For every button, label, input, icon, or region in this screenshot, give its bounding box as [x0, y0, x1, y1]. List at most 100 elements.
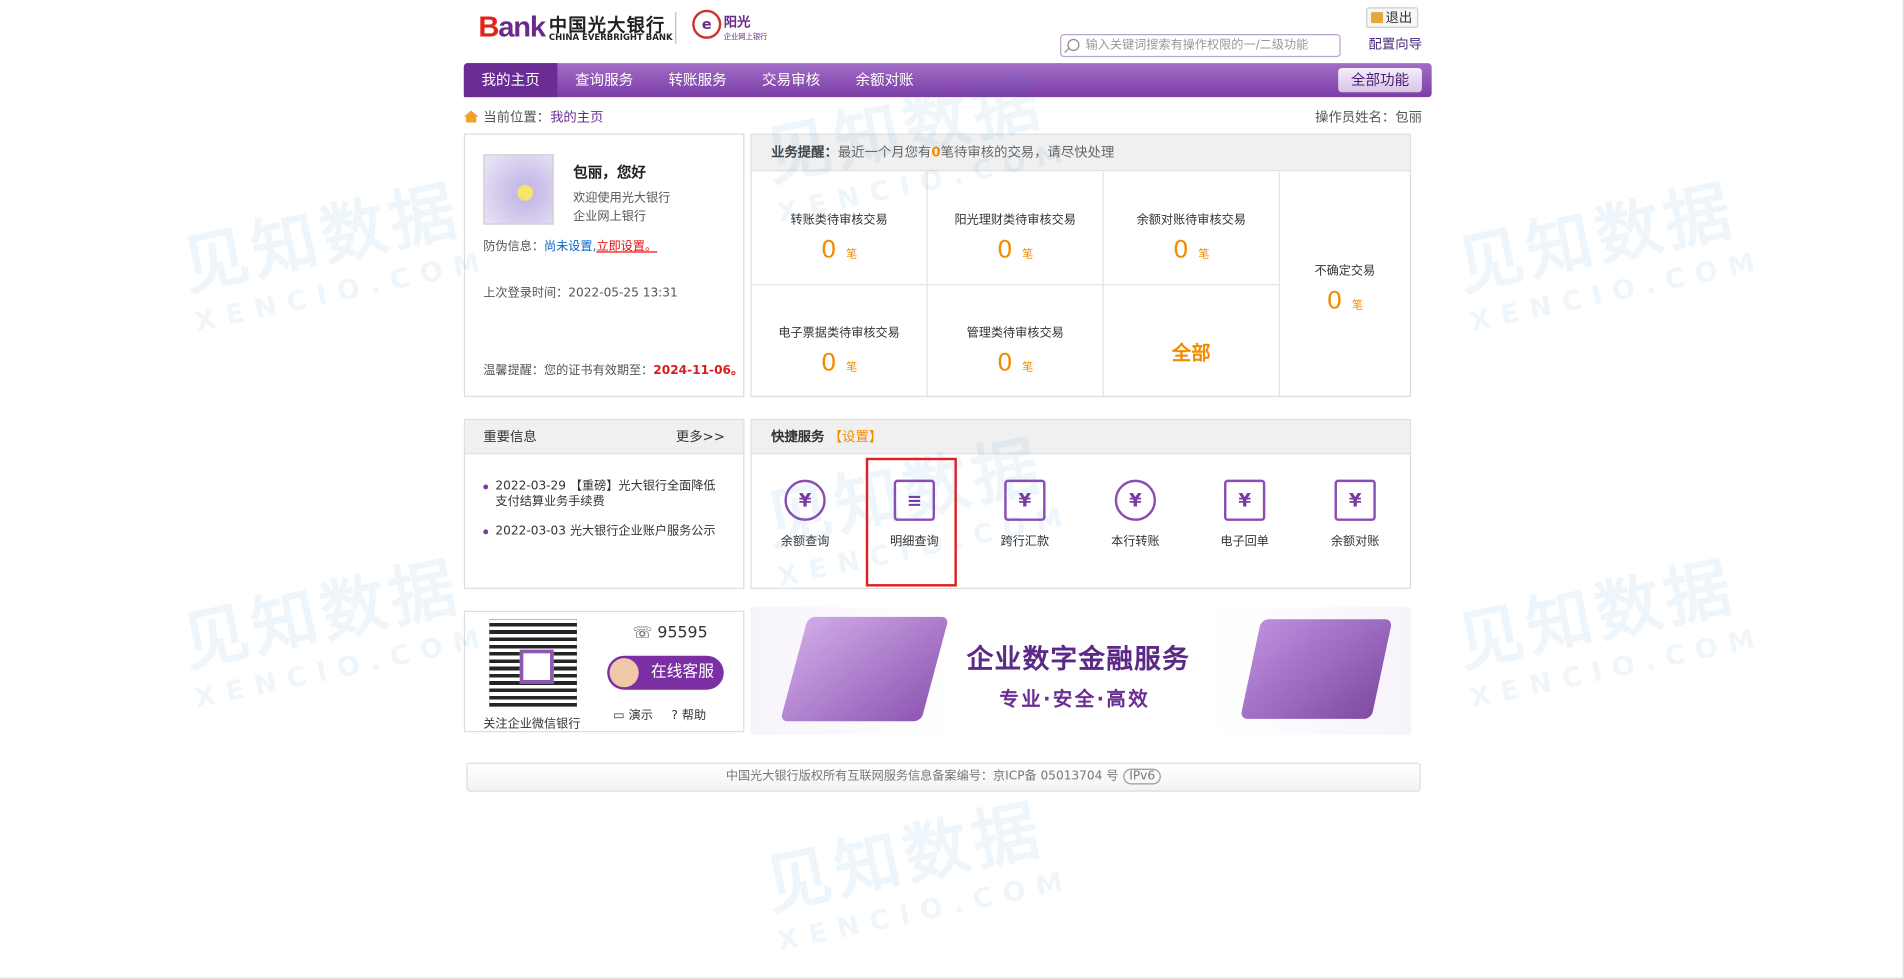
help-label: 帮助 [681, 709, 707, 723]
watermark: 见知数据XENCIO.COM [1447, 529, 1769, 715]
operator-name: 操作员姓名：包丽 [1315, 109, 1422, 126]
cell-label: 阳光理财类待审核交易 [954, 213, 1076, 228]
logout-icon [1370, 12, 1384, 24]
breadcrumb-prefix: 当前位置： [483, 109, 551, 126]
banner-subtitle: 专业·安全·高效 [999, 687, 1151, 711]
antifraud-label: 防伪信息： [483, 240, 545, 254]
nav-home[interactable]: 我的主页 [463, 63, 558, 98]
intrabank-transfer-icon: ¥ [1114, 479, 1157, 521]
qr-label: 关注企业微信银行 [483, 717, 581, 732]
cell-unit: 笔 [846, 361, 858, 375]
logout-button[interactable]: 退出 [1366, 7, 1419, 28]
quick-item-label: 余额查询 [780, 535, 830, 549]
antifraud-info: 防伪信息：尚未设置,立即设置。 [483, 236, 657, 254]
watermark-cn: 见知数据 [1450, 548, 1743, 682]
agent-avatar-icon [609, 658, 639, 688]
sub-brand: 阳光 [723, 14, 751, 31]
cell-count: 0 [821, 347, 837, 377]
news-item[interactable]: 2022-03-03 光大银行企业账户服务公示 [483, 523, 721, 539]
antifraud-setup-link[interactable]: 立即设置。 [596, 240, 657, 253]
nav-transfer[interactable]: 转账服务 [651, 63, 745, 97]
cell-count: 0 [1326, 285, 1343, 315]
pending-admin-cell[interactable]: 管理类待审核交易 0笔 [928, 285, 1104, 396]
banner-illustration-right [1240, 619, 1393, 719]
cell-unit: 笔 [1022, 361, 1034, 375]
quick-item-label: 本行转账 [1111, 535, 1160, 549]
quick-e-receipt[interactable]: ¥ 电子回单 [1196, 479, 1293, 549]
cell-label: 转账类待审核交易 [790, 213, 888, 228]
pending-ebill-cell[interactable]: 电子票据类待审核交易 0笔 [752, 285, 928, 396]
balance-query-icon: ¥ [784, 479, 826, 521]
home-icon [463, 110, 479, 123]
news-more-link[interactable]: 更多>> [676, 420, 725, 454]
watermark-cn: 见知数据 [1450, 171, 1743, 306]
quick-balance-reconcile[interactable]: ¥ 余额对账 [1307, 479, 1404, 549]
pending-transfer-cell[interactable]: 转账类待审核交易 0笔 [751, 172, 928, 286]
watermark-cn: 见知数据 [758, 791, 1050, 925]
interbank-remit-icon: ¥ [1004, 479, 1046, 521]
cell-count: 0 [997, 347, 1013, 377]
welcome-line-2: 企业网上银行 [573, 210, 647, 224]
cell-count: 0 [821, 234, 837, 264]
welcome-line-1: 欢迎使用光大银行 [573, 191, 671, 206]
logo-divider [675, 12, 677, 44]
pending-wealth-cell[interactable]: 阳光理财类待审核交易 0笔 [927, 172, 1104, 286]
reminder-header: 业务提醒：最近一个月您有0笔待审核的交易，请尽快处理 [751, 134, 1410, 172]
reminder-text-pre: 最近一个月您有 [837, 144, 932, 161]
logout-label: 退出 [1385, 9, 1413, 26]
function-search-input[interactable]: 输入关键词搜索有操作权限的一/二级功能 [1060, 34, 1341, 58]
nav-reconcile[interactable]: 余额对账 [838, 63, 932, 97]
cell-unit: 笔 [1198, 248, 1210, 262]
footer-text: 中国光大银行版权所有互联网服务信息备案编号：京ICP备 05013704 号 [725, 769, 1119, 784]
selection-highlight-box [865, 457, 957, 587]
all-pending-link[interactable]: 全部 [1104, 336, 1279, 365]
uncertain-cell[interactable]: 不确定交易 0笔 [1280, 172, 1410, 395]
banner-title: 企业数字金融服务 [966, 644, 1191, 676]
quick-balance-query[interactable]: ¥ 余额查询 [757, 479, 854, 549]
watermark-en: XENCIO.COM [775, 865, 1077, 958]
bank-logo[interactable]: Bank [478, 11, 546, 45]
online-service-label: 在线客服 [650, 663, 715, 682]
breadcrumb: 当前位置：我的主页 [463, 107, 604, 126]
nav-query[interactable]: 查询服务 [557, 63, 651, 97]
watermark-cn: 见知数据 [175, 548, 468, 682]
wechat-qr-code [489, 619, 577, 707]
balance-reconcile-icon: ¥ [1334, 479, 1376, 521]
config-wizard-link[interactable]: 配置向导 [1369, 34, 1422, 53]
all-functions-button[interactable]: 全部功能 [1338, 68, 1422, 93]
phone-number: 95595 [657, 624, 708, 643]
quick-settings-link[interactable]: 【设置】 [829, 429, 882, 445]
e-receipt-icon: ¥ [1224, 479, 1266, 521]
pending-reconcile-cell[interactable]: 余额对账待审核交易 0笔 [1103, 172, 1280, 286]
phone-icon: ☏ [632, 624, 658, 643]
help-link[interactable]: ? 帮助 [672, 704, 707, 722]
cell-count: 0 [1173, 234, 1189, 264]
news-item[interactable]: 2022-03-29 【重磅】光大银行全面降低支付结算业务手续费 [483, 478, 721, 510]
watermark-en: XENCIO.COM [1467, 246, 1769, 339]
cert-tip-label: 温馨提醒：您的证书有效期至： [483, 364, 654, 378]
reminder-text-post: 笔待审核的交易，请尽快处理 [940, 144, 1115, 161]
quick-intrabank-transfer[interactable]: ¥ 本行转账 [1087, 479, 1184, 549]
breadcrumb-current[interactable]: 我的主页 [550, 109, 603, 125]
watermark: 见知数据XENCIO.COM [1447, 152, 1769, 339]
watermark-cn: 见知数据 [175, 171, 468, 306]
app-window: Bank 中国光大银行 CHINA EVERBRIGHT BANK e 阳光 企… [0, 0, 1904, 979]
nav-audit[interactable]: 交易审核 [744, 63, 838, 97]
antifraud-status: 尚未设置, [544, 240, 597, 254]
ipv6-badge: IPv6 [1123, 768, 1162, 785]
all-pending-cell[interactable]: 全部 [1104, 285, 1280, 396]
last-login: 上次登录时间：2022-05-25 13:31 [483, 286, 678, 300]
news-title: 重要信息 [483, 428, 537, 445]
cell-label: 电子票据类待审核交易 [778, 326, 900, 341]
service-phone: ☏ 95595 [633, 624, 708, 642]
quick-interbank-remit[interactable]: ¥ 跨行汇款 [976, 479, 1073, 549]
online-service-button[interactable]: 在线客服 [607, 655, 724, 690]
demo-link[interactable]: ▭ 演示 [613, 704, 653, 722]
footer: 中国光大银行版权所有互联网服务信息备案编号：京ICP备 05013704 号 IP… [466, 762, 1421, 792]
quick-item-label: 跨行汇款 [1000, 535, 1050, 549]
watermark-en: XENCIO.COM [1467, 622, 1769, 715]
avatar[interactable] [483, 154, 554, 225]
welcome-text: 欢迎使用光大银行 企业网上银行 [573, 189, 670, 225]
user-greeting: 包丽，您好 [573, 163, 647, 181]
cell-label: 余额对账待审核交易 [1136, 213, 1246, 228]
